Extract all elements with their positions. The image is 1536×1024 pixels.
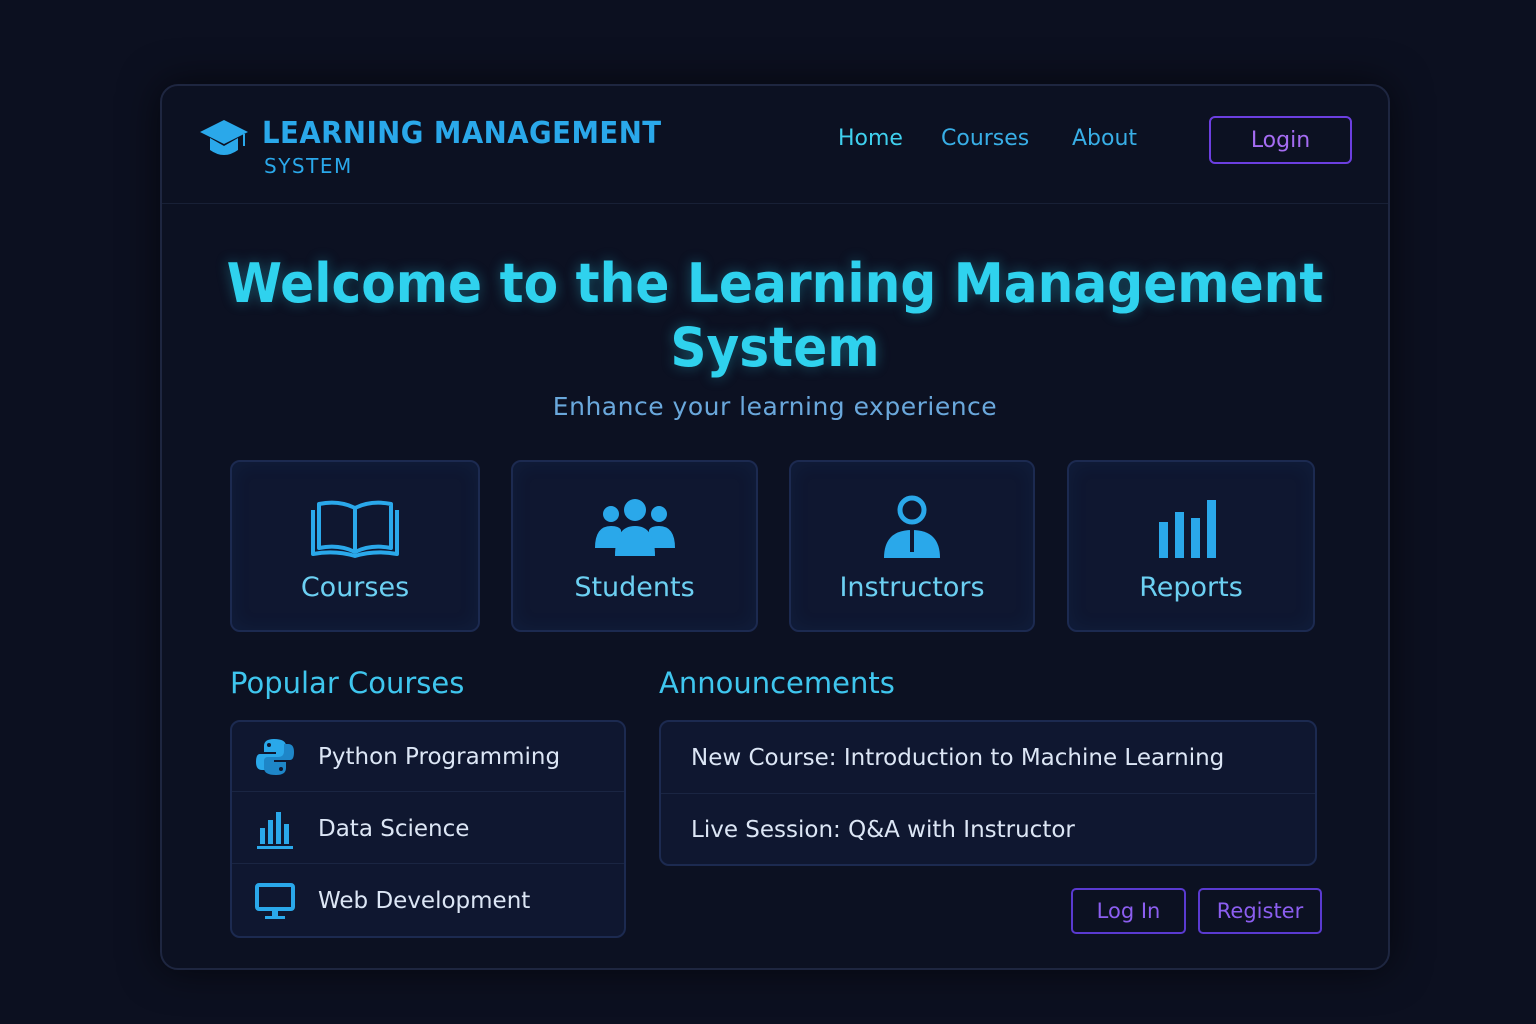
tile-label: Reports — [1139, 572, 1243, 603]
tile-label: Students — [574, 572, 695, 603]
login-button[interactable]: Login — [1209, 116, 1352, 164]
open-book-icon — [311, 500, 399, 558]
brand-title: LEARNING MANAGEMENT — [262, 116, 662, 151]
popular-courses-title: Popular Courses — [230, 666, 465, 700]
nav-courses-link[interactable]: Courses — [941, 126, 1029, 151]
tile-label: Instructors — [839, 572, 985, 603]
log-in-button[interactable]: Log In — [1071, 888, 1186, 934]
announcement-item[interactable]: Live Session: Q&A with Instructor — [661, 794, 1315, 866]
course-item-python[interactable]: Python Programming — [232, 722, 624, 792]
course-item-data-science[interactable]: Data Science — [232, 794, 624, 864]
course-item-web-development[interactable]: Web Development — [232, 866, 624, 936]
popular-courses-list: Python Programming Data Science Web Deve… — [230, 720, 626, 938]
register-button[interactable]: Register — [1198, 888, 1322, 934]
tile-instructors[interactable]: Instructors — [789, 460, 1035, 632]
brand-subtitle: SYSTEM — [264, 154, 353, 178]
graduation-cap-icon — [200, 120, 248, 155]
bar-chart-icon — [1159, 500, 1216, 558]
page-subtitle: Enhance your learning experience — [552, 392, 998, 421]
monitor-icon — [255, 883, 295, 919]
announcement-item[interactable]: New Course: Introduction to Machine Lear… — [661, 722, 1315, 794]
tile-label: Courses — [300, 572, 410, 603]
nav-about-link[interactable]: About — [1072, 126, 1137, 151]
course-item-label: Python Programming — [318, 743, 561, 770]
course-item-label: Data Science — [318, 815, 470, 842]
announcements-title: Announcements — [659, 666, 895, 700]
announcements-list: New Course: Introduction to Machine Lear… — [659, 720, 1317, 866]
group-icon — [594, 499, 675, 556]
page-title: Welcome to the Learning Management Syste… — [205, 252, 1345, 380]
python-icon — [256, 739, 294, 775]
tile-reports[interactable]: Reports — [1067, 460, 1315, 632]
page-title-line2: System — [670, 316, 880, 379]
chart-icon — [257, 812, 293, 849]
header: LEARNING MANAGEMENT SYSTEM Home Courses … — [162, 86, 1388, 204]
course-item-label: Web Development — [318, 888, 531, 914]
tile-courses[interactable]: Courses — [230, 460, 480, 632]
tile-students[interactable]: Students — [511, 460, 758, 632]
page-title-line1: Welcome to the Learning Management — [226, 252, 1324, 315]
nav-home-link[interactable]: Home — [838, 126, 903, 151]
app-window: LEARNING MANAGEMENT SYSTEM Home Courses … — [160, 84, 1390, 970]
instructor-icon — [884, 495, 940, 558]
